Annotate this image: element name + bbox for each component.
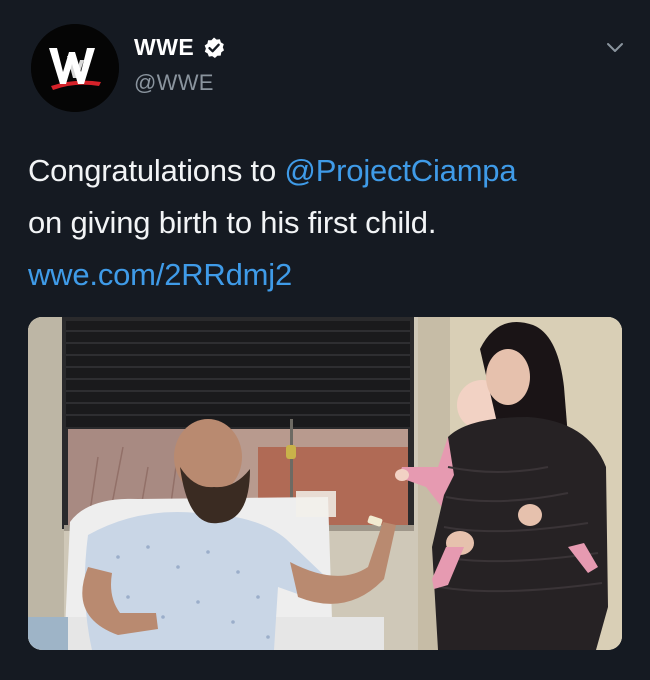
tweet-url-link[interactable]: wwe.com/2RRdmj2 <box>28 257 292 292</box>
display-name[interactable]: WWE <box>134 34 194 61</box>
wwe-logo-icon <box>31 24 119 112</box>
tweet-photo[interactable] <box>28 317 622 650</box>
tweet-text-line2: on giving birth to his first child. <box>28 205 437 240</box>
chevron-down-icon[interactable] <box>604 36 626 58</box>
avatar[interactable] <box>31 24 119 112</box>
user-handle[interactable]: @WWE <box>134 70 214 96</box>
tweet-card: WWE @WWE Congratulations to @ProjectCiam… <box>0 0 650 680</box>
mention-link[interactable]: @ProjectCiampa <box>284 153 516 188</box>
tweet-text-prefix: Congratulations to <box>28 153 285 188</box>
hospital-photo-illustration <box>28 317 622 650</box>
verified-badge-icon <box>202 36 226 60</box>
tweet-text: Congratulations to @ProjectCiampa on giv… <box>28 145 628 301</box>
name-row: WWE <box>134 34 226 61</box>
